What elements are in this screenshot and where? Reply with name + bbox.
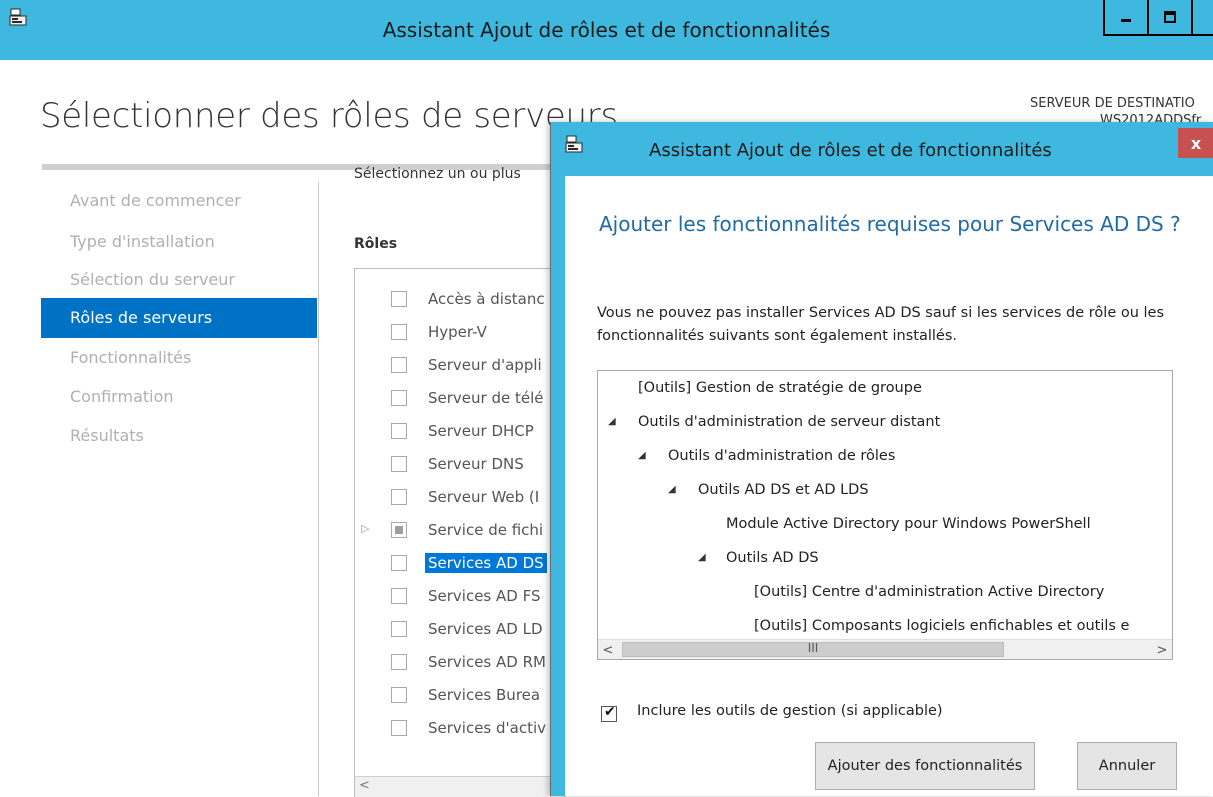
role-label: Services Burea — [428, 686, 541, 704]
role-checkbox[interactable] — [391, 456, 407, 472]
nav-item-type-installation[interactable]: Type d'installation — [70, 232, 215, 251]
role-checkbox[interactable] — [391, 588, 407, 604]
role-checkbox[interactable] — [391, 324, 407, 340]
role-checkbox[interactable] — [391, 489, 407, 505]
role-checkbox[interactable] — [391, 720, 407, 736]
dialog-title: Assistant Ajout de rôles et de fonctionn… — [649, 140, 1052, 161]
nav-item-roles-de-serveurs[interactable]: Rôles de serveurs — [41, 298, 317, 338]
role-label: Serveur de télé — [428, 389, 544, 407]
scroll-left-button[interactable]: < — [598, 640, 618, 659]
role-label: Services d'activ — [428, 719, 547, 737]
close-icon: x — [1190, 133, 1202, 153]
maximize-button[interactable] — [1147, 0, 1193, 36]
minimize-button[interactable] — [1103, 0, 1149, 36]
checkmark-icon: ✔ — [604, 704, 616, 720]
required-features-dialog: Assistant Ajout de rôles et de fonctionn… — [550, 122, 1213, 796]
scroll-left-icon[interactable]: < — [359, 778, 370, 793]
tree-item-label: Outils d'administration de rôles — [668, 448, 896, 464]
tree-item-label: Outils AD DS et AD LDS — [698, 482, 869, 498]
role-row[interactable]: Services AD RM — [355, 646, 565, 679]
main-close-button[interactable] — [1191, 0, 1213, 36]
tree-item-label: [Outils] Composants logiciels enfichable… — [754, 618, 1130, 634]
collapse-arrow-icon[interactable]: ◢ — [668, 484, 676, 495]
dialog-description: Vous ne pouvez pas installer Services AD… — [597, 305, 1165, 344]
role-label: Serveur DNS — [428, 455, 524, 473]
nav-item-selection-serveur[interactable]: Sélection du serveur — [70, 270, 235, 289]
tree-item-label: [Outils] Centre d'administration Active … — [754, 584, 1105, 600]
roles-instruction: Sélectionnez un ou plus — [354, 166, 521, 182]
nav-item-avant-de-commencer[interactable]: Avant de commencer — [70, 191, 241, 210]
role-checkbox[interactable] — [391, 687, 407, 703]
cancel-button[interactable]: Annuler — [1077, 742, 1177, 790]
scroll-left-icon: < — [602, 642, 614, 658]
include-tools-checkbox[interactable]: ✔ — [601, 704, 617, 722]
maximize-icon — [1164, 11, 1176, 23]
tree-item-label: Outils d'administration de serveur dista… — [638, 414, 941, 430]
dialog-close-button[interactable]: x — [1178, 128, 1213, 158]
nav-item-resultats[interactable]: Résultats — [70, 426, 144, 445]
role-checkbox[interactable] — [391, 423, 407, 439]
role-label: Services AD FS — [428, 587, 541, 605]
role-row-selected[interactable]: Services AD DS — [355, 547, 565, 580]
role-label: Service de fichi — [428, 521, 544, 539]
role-row[interactable]: Services d'activ — [355, 712, 565, 745]
role-label: Accès à distanc — [428, 290, 545, 308]
nav-divider — [318, 182, 319, 796]
role-row[interactable]: Services Burea — [355, 679, 565, 712]
required-features-tree[interactable]: [Outils] Gestion de stratégie de groupe … — [597, 370, 1173, 660]
nav-item-label: Rôles de serveurs — [70, 308, 213, 327]
dialog-frame-border — [551, 176, 565, 796]
role-row[interactable]: Serveur DNS — [355, 448, 565, 481]
nav-item-confirmation[interactable]: Confirmation — [70, 387, 174, 406]
window-title: Assistant Ajout de rôles et de fonctionn… — [382, 18, 831, 42]
minimize-icon — [1121, 19, 1131, 22]
include-tools-label[interactable]: Inclure les outils de gestion (si applic… — [637, 703, 943, 719]
destination-server-label: SERVEUR DE DESTINATIO — [1030, 96, 1195, 111]
window-controls — [1103, 0, 1213, 36]
role-row[interactable]: Serveur d'appli — [355, 349, 565, 382]
role-row[interactable]: Hyper-V — [355, 316, 565, 349]
role-checkbox[interactable] — [391, 555, 407, 571]
role-row[interactable]: Services AD LD — [355, 613, 565, 646]
roles-horizontal-scrollbar[interactable]: < — [355, 776, 565, 797]
scroll-right-icon: > — [1156, 642, 1168, 658]
roles-list[interactable]: Accès à distanc Hyper-V Serveur d'appli … — [354, 268, 566, 797]
role-label: Hyper-V — [428, 323, 487, 341]
role-row[interactable]: Serveur Web (I — [355, 481, 565, 514]
scrollbar-grip-icon: III — [807, 641, 819, 655]
role-checkbox[interactable] — [391, 522, 407, 538]
role-checkbox[interactable] — [391, 357, 407, 373]
tree-item-label: [Outils] Gestion de stratégie de groupe — [638, 380, 922, 396]
tree-item-label: Outils AD DS — [726, 550, 819, 566]
nav-item-fonctionnalites[interactable]: Fonctionnalités — [70, 348, 191, 367]
tree-item-label: Module Active Directory pour Windows Pow… — [726, 516, 1091, 532]
server-manager-icon — [565, 135, 583, 153]
tree-horizontal-scrollbar[interactable]: < III > — [598, 639, 1172, 659]
dialog-heading: Ajouter les fonctionnalités requises pou… — [599, 212, 1181, 236]
scrollbar-thumb[interactable]: III — [622, 641, 1004, 657]
role-checkbox[interactable] — [391, 654, 407, 670]
collapse-arrow-icon[interactable]: ◢ — [638, 450, 646, 461]
roles-header: Rôles — [354, 236, 398, 252]
role-label: Services AD LD — [428, 620, 543, 638]
role-checkbox[interactable] — [391, 621, 407, 637]
role-checkbox[interactable] — [391, 390, 407, 406]
scroll-right-button[interactable]: > — [1152, 640, 1172, 659]
collapse-arrow-icon[interactable]: ◢ — [698, 552, 706, 563]
role-label: Serveur d'appli — [428, 356, 542, 374]
role-label: Serveur DHCP — [428, 422, 534, 440]
role-row[interactable]: Serveur DHCP — [355, 415, 565, 448]
role-row[interactable]: Serveur de télé — [355, 382, 565, 415]
add-features-button[interactable]: Ajouter des fonctionnalités — [815, 742, 1035, 790]
page-title: Sélectionner des rôles de serveurs — [40, 96, 618, 136]
role-label: Serveur Web (I — [428, 488, 540, 506]
expand-arrow-icon[interactable]: ▷ — [361, 522, 369, 535]
role-label: Services AD RM — [428, 653, 546, 671]
role-row[interactable]: Accès à distanc — [355, 283, 565, 316]
collapse-arrow-icon[interactable]: ◢ — [608, 416, 616, 427]
role-row[interactable]: ▷ Service de fichi — [355, 514, 565, 547]
role-label: Services AD DS — [425, 553, 547, 573]
role-checkbox[interactable] — [391, 291, 407, 307]
role-row[interactable]: Services AD FS — [355, 580, 565, 613]
